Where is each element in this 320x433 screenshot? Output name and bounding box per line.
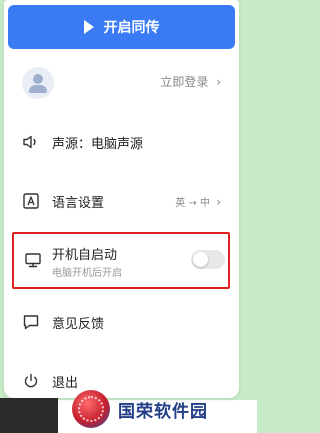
chevron-right-icon: › xyxy=(216,75,221,89)
toggle-knob xyxy=(193,252,208,267)
monitor-icon xyxy=(25,253,41,268)
speaker-icon xyxy=(23,135,36,149)
login-row[interactable]: 立即登录 › xyxy=(4,62,239,102)
login-link-label: 立即登录 xyxy=(160,75,209,89)
play-icon xyxy=(83,20,94,34)
globe-logo-icon xyxy=(72,390,110,428)
menu-panel: 开启同传 立即登录 › 声源：电脑声源 语言设置 英 → 中 › 开机自启动 电… xyxy=(4,0,239,398)
language-settings-label: 语言设置 xyxy=(52,195,105,211)
start-interpretation-button[interactable]: 开启同传 xyxy=(8,5,235,49)
power-icon xyxy=(24,373,38,388)
chevron-right-icon: › xyxy=(216,194,221,209)
language-value: 英 → 中 › xyxy=(175,194,221,209)
start-button-label: 开启同传 xyxy=(103,20,160,36)
feedback-item[interactable]: 意见反馈 xyxy=(4,307,239,337)
login-link[interactable]: 立即登录 › xyxy=(160,73,221,90)
avatar[interactable] xyxy=(22,67,54,99)
background-dark-block xyxy=(0,398,58,433)
autostart-title: 开机自启动 xyxy=(52,248,118,263)
autostart-item: 开机自启动 电脑开机后开启 xyxy=(12,232,230,289)
avatar-head xyxy=(33,74,43,84)
chat-icon xyxy=(23,315,39,330)
feedback-label: 意见反馈 xyxy=(52,316,105,332)
avatar-body xyxy=(29,85,47,93)
language-settings-item[interactable]: 语言设置 英 → 中 › xyxy=(4,186,239,216)
brand-logo: 国荣软件园 xyxy=(72,388,252,430)
language-pair: 英 → 中 xyxy=(175,197,210,209)
autostart-subtitle: 电脑开机后开启 xyxy=(52,268,122,279)
autostart-toggle[interactable] xyxy=(191,250,225,269)
brand-logo-text: 国荣软件园 xyxy=(118,401,208,422)
sound-source-item[interactable]: 声源：电脑声源 xyxy=(4,127,239,157)
language-icon xyxy=(23,193,39,209)
sound-source-label: 声源：电脑声源 xyxy=(52,136,144,152)
